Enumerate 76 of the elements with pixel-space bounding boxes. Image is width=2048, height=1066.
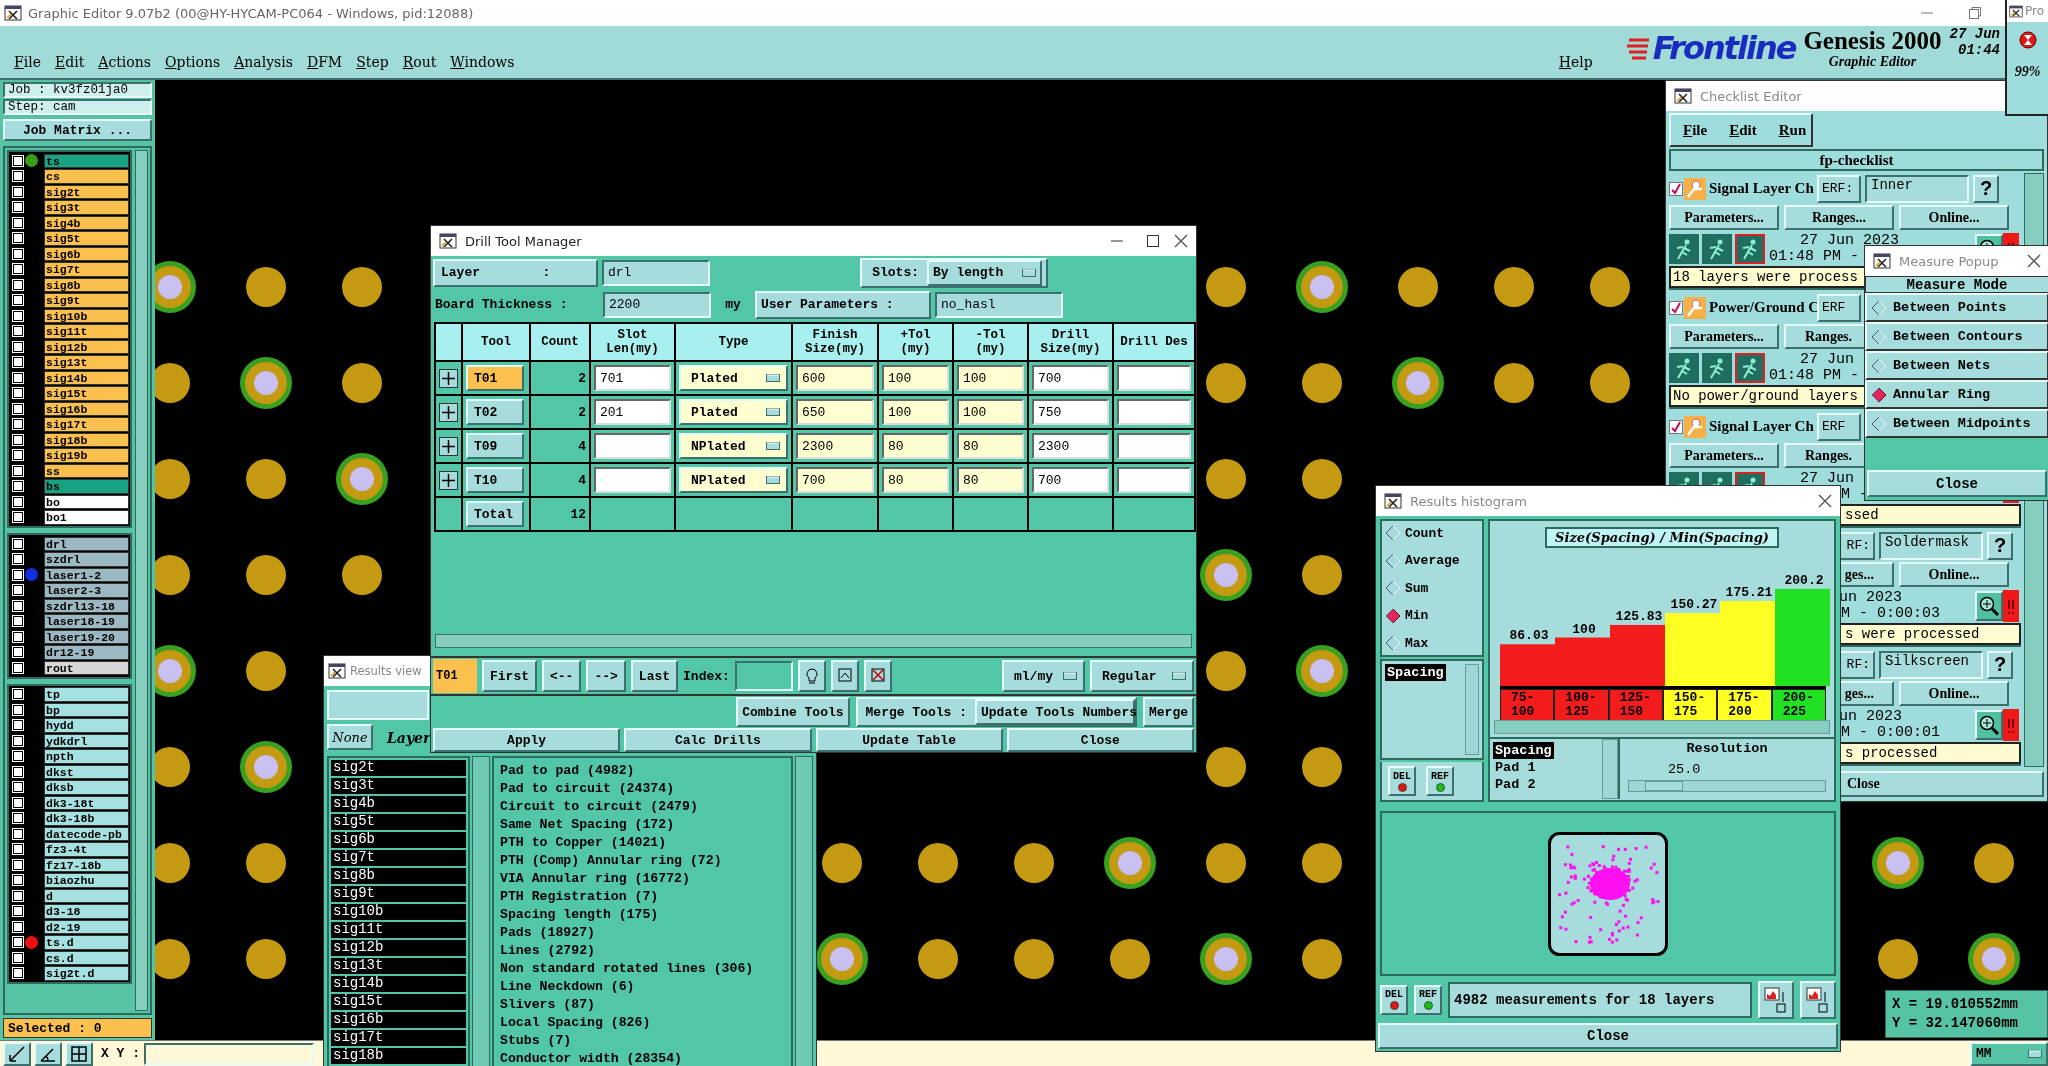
status-message: s were processed (1845, 626, 1980, 642)
status-message: No power/ground layers (1673, 388, 1858, 404)
index-label: Index: (683, 668, 730, 684)
date-label: 27 Jun (1949, 26, 2000, 42)
total-label: Total (466, 501, 524, 527)
section-heading: Measure Mode (1865, 276, 2048, 293)
bar-value-label: 175.21 (1725, 585, 1773, 600)
bin-label: 150-175 (1663, 689, 1718, 721)
time-label: 01:44 (1958, 42, 2000, 58)
run-date: 27 Jun (1800, 470, 1854, 487)
run-time: 01:48 PM - (1769, 367, 1859, 384)
column-header: -Tol (my) (954, 324, 1029, 362)
erf-label: ERF (1817, 293, 1861, 322)
status-message: ssed (1845, 507, 1879, 523)
run-time: M - 0:00:01 (1841, 724, 1941, 741)
column-header: +Tol (my) (879, 324, 954, 362)
column-header: Count (531, 324, 591, 362)
selected-count: Selected : 0 (3, 1018, 152, 1038)
brand-logo: Frontline (1652, 29, 1796, 67)
run-date: 27 Jun 2023 (1800, 232, 1900, 249)
progress-percent: 99% (2014, 64, 2041, 80)
erf-label: ERF: (1817, 174, 1861, 203)
window-title: Results histogram (1410, 493, 1527, 509)
column-header: Drill Size(my) (1029, 324, 1114, 362)
unit-label: my (724, 297, 742, 312)
bin-label: 75-100 (1500, 689, 1555, 721)
board-thickness-label: Board Thickness : (434, 297, 569, 312)
bin-label: 175-200 (1717, 689, 1772, 721)
column-header: Type (676, 324, 793, 362)
run-date: 27 Jun (1800, 351, 1854, 368)
step-field: Step: cam (3, 99, 152, 115)
check-title: Signal Layer Ch (1709, 180, 1815, 197)
product-name: Genesis 2000 (1803, 26, 1942, 54)
count-cell: 2 (531, 362, 591, 396)
bin-label: 125-150 (1608, 689, 1663, 721)
chart-title: Size(Spacing) / Min(Spacing) (1545, 527, 1779, 548)
total-count: 12 (531, 498, 591, 532)
bar-value-label: 100 (1572, 621, 1596, 637)
bin-label: 100-125 (1554, 689, 1609, 721)
column-header: Finish Size(my) (793, 324, 879, 362)
count-cell: 4 (531, 464, 591, 498)
merge-tools-label: Merge Tools : (865, 704, 967, 720)
bar-value-label: 125.83 (1615, 608, 1663, 624)
bin-label: 200-225 (1771, 689, 1826, 721)
check-title: Signal Layer Ch (1709, 418, 1815, 435)
column-header: Drill Des (1114, 324, 1196, 362)
window-title: Measure Popup (1899, 253, 1999, 269)
window-title: Graphic Editor 9.07b2 (00@HY-HYCAM-PC064 - Windows, pid:12088) (28, 5, 474, 21)
coordinate-readout: Y = 32.147060mm (1892, 1014, 2020, 1033)
window-title: Pro (2025, 4, 2045, 18)
checklist-name: fp-checklist (1669, 149, 2044, 171)
erf-label: ERF (1817, 412, 1861, 441)
status-message: 18 layers were process (1673, 269, 1858, 285)
count-cell: 2 (531, 396, 591, 430)
summary-text: 4982 measurements for 18 layers (1448, 981, 1752, 1018)
current-tool-label: T01 (433, 659, 477, 693)
coordinate-readout: X = 19.010552mm (1892, 995, 2020, 1014)
run-time: M - 0:00:03 (1841, 605, 1941, 622)
job-field: Job : kv3fz01ja0 (3, 82, 152, 98)
window-title: Drill Tool Manager (465, 233, 582, 249)
status-message: s processed (1845, 745, 1938, 761)
column-header: Layer (385, 729, 431, 748)
column-header: Tool (463, 324, 531, 362)
bar-value-label: 200.2 (1784, 572, 1824, 588)
slots-label: Slots: (872, 265, 919, 280)
coordinate-label: X Y : (101, 1046, 140, 1061)
bar-value-label: 86.03 (1509, 628, 1549, 644)
count-cell: 4 (531, 430, 591, 464)
layer-label: Layer : (433, 258, 598, 287)
bar-value-label: 150.27 (1670, 597, 1718, 613)
product-subtitle: Graphic Editor (1828, 53, 1917, 70)
column-header: Slot Len(my) (591, 324, 676, 362)
run-time: 01:48 PM - (1769, 248, 1859, 265)
window-title: Results view (350, 664, 422, 678)
window-title: Checklist Editor (1700, 88, 1802, 104)
resolution-label: Resolution (1685, 741, 1769, 756)
